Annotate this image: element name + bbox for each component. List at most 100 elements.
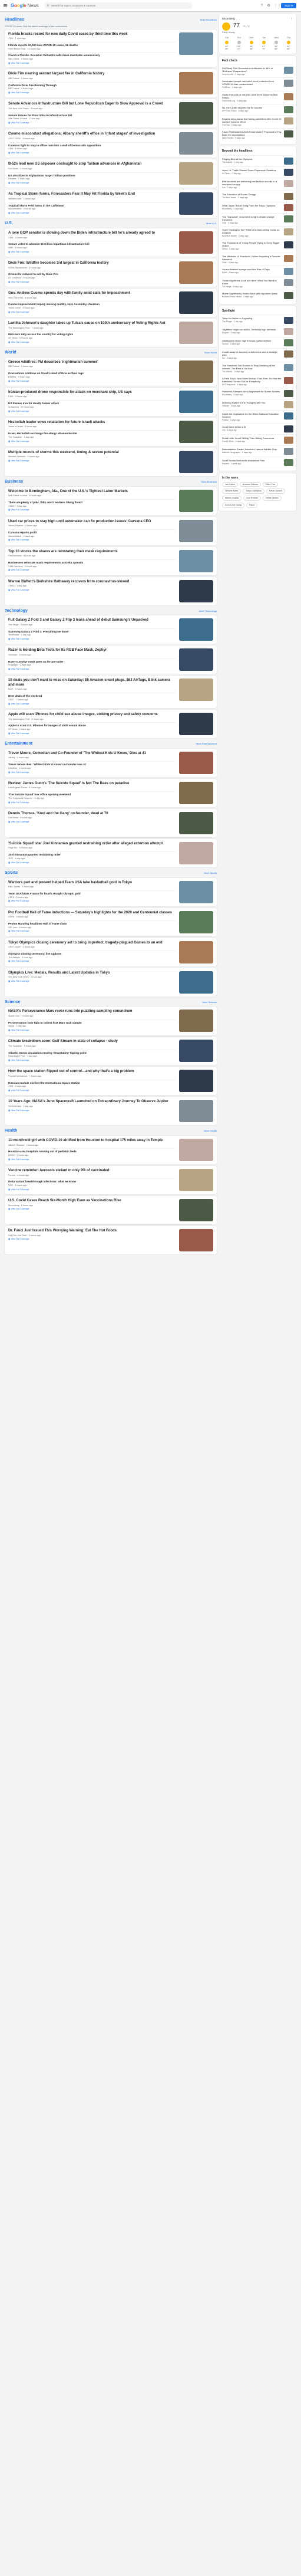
related-headline[interactable]: US blames Iran for deadly tanker attack <box>8 402 176 405</box>
story-thumbnail[interactable] <box>179 751 213 774</box>
related-headline[interactable]: Cuomo's fight to stay in office runs int… <box>8 144 176 148</box>
beyond-headlines-headline[interactable]: Ringing Blue at the Olympics <box>222 158 282 160</box>
full-coverage-link[interactable]: View Full Coverage <box>8 801 29 804</box>
full-coverage-link[interactable]: View Full Coverage <box>8 569 29 571</box>
related-headline[interactable]: Atlantic Ocean circulation nearing 'deva… <box>8 1051 176 1055</box>
story-headline[interactable]: 'Suicide Squad' star Joel Kinnaman grant… <box>8 842 176 847</box>
spotlight-thumbnail[interactable] <box>284 376 293 384</box>
topic-chip[interactable]: Tokyo Olympics <box>243 489 264 494</box>
topic-chip[interactable]: Andrew Cuomo <box>239 481 262 487</box>
fact-check-item[interactable]: No, the CDMB requires the flu vaccine AFP… <box>222 103 293 115</box>
story-source[interactable]: Page Six <box>8 847 17 849</box>
story-thumbnail[interactable] <box>179 1229 213 1252</box>
story-source[interactable]: Popular Mechanics <box>8 1075 27 1077</box>
story-headline[interactable]: Iranian-produced drone responsible for a… <box>8 391 176 395</box>
story-thumbnail[interactable] <box>179 72 213 95</box>
beyond-headlines-headline[interactable]: The Madness of 'Teacherin' Online Deport… <box>222 255 282 261</box>
spotlight-item[interactable]: A Field Trip Is Now More Serious Than Ev… <box>222 374 293 388</box>
related-headline[interactable]: There are plenty of jobs. Why aren't wor… <box>8 501 176 504</box>
section-more-link[interactable]: More Entertainment <box>196 742 217 745</box>
spotlight-item[interactable]: A walk away for success to determine and… <box>222 348 293 361</box>
story-headline[interactable]: A lone GOP senator is slowing down the B… <box>8 231 176 236</box>
section-title[interactable]: World <box>5 350 16 356</box>
related-headline[interactable]: 'The Suicide Squad' box office opening w… <box>8 793 176 797</box>
related-headline[interactable]: Best deals of the weekend <box>8 694 176 698</box>
story-source[interactable]: Times of Israel <box>8 425 23 428</box>
story-thumbnail[interactable] <box>179 519 213 542</box>
spotlight-headline[interactable]: A Field Trip Is Now More Serious Than Ev… <box>222 377 282 383</box>
full-coverage-link[interactable]: View Full Coverage <box>8 930 29 932</box>
section-title[interactable]: Sports <box>5 871 18 876</box>
search-icon[interactable]: ⚲ <box>47 4 49 8</box>
spotlight-item[interactable]: Wildflowers bloom high through Californi… <box>222 337 293 348</box>
help-icon[interactable]: ? <box>260 4 263 8</box>
full-coverage-link[interactable]: View Full Coverage <box>8 900 29 902</box>
story-headline[interactable]: NASA's Perseverance Mars rover runs into… <box>8 1010 176 1014</box>
related-source[interactable]: Washington Post <box>8 1055 25 1057</box>
story-headline[interactable]: U.S. Covid Cases Reach Six-Month High Ev… <box>8 1199 176 1204</box>
story-source[interactable]: CNN <box>8 237 13 239</box>
story-thumbnail[interactable] <box>179 261 213 284</box>
spotlight-item[interactable]: Learning Nature to the Thoughts with You… <box>222 399 293 410</box>
story-thumbnail[interactable] <box>179 360 213 383</box>
story-headline[interactable]: Used car prices to stay high until autom… <box>8 520 176 525</box>
more-options-icon[interactable]: ⋮ <box>291 17 294 21</box>
related-headline[interactable]: Evacuations continue on Greek island of … <box>8 372 176 375</box>
story-headline[interactable]: Multiple rounds of storms this weekend, … <box>8 451 176 455</box>
fact-check-item[interactable]: Fauci Whitewashed 2020 Email Wasn't 'Pro… <box>222 128 293 141</box>
beyond-headlines-headline[interactable]: The "Sapsandt" movement to fight climate… <box>222 215 282 221</box>
spotlight-thumbnail[interactable] <box>284 328 293 336</box>
spotlight-thumbnail[interactable] <box>284 412 293 420</box>
beyond-headlines-item[interactable]: Maine Significantly Scales Back With Aqu… <box>222 290 293 301</box>
beyond-headlines-thumbnail[interactable] <box>284 179 293 187</box>
spotlight-item[interactable]: Pandemic Sleepers Are a Nightmare for St… <box>222 388 293 399</box>
sign-in-button[interactable]: Sign in <box>281 2 296 9</box>
section-more-link[interactable]: More Technology <box>199 609 217 612</box>
spotlight-headline[interactable]: Great Knife Street Selling Their Hitting… <box>222 437 282 440</box>
spotlight-thumbnail[interactable] <box>284 459 293 467</box>
story-headline[interactable]: Pro Football Hall of Fame inductions — S… <box>8 911 176 916</box>
spotlight-thumbnail[interactable] <box>284 350 293 358</box>
story-thumbnail[interactable] <box>179 549 213 572</box>
spotlight-item[interactable]: Good times to find a fit GQ · 5 days ago <box>222 423 293 434</box>
main-menu-icon[interactable] <box>4 4 7 7</box>
story-source[interactable]: The Washington Post <box>8 718 29 720</box>
story-headline[interactable]: Dixie Fire nearing second largest fire i… <box>8 72 176 77</box>
story-source[interactable]: Forbes <box>8 1174 15 1176</box>
fact-check-thumbnail[interactable] <box>284 67 293 74</box>
spotlight-headline[interactable]: A walk away for success to determine and… <box>222 350 282 356</box>
full-coverage-link[interactable]: View Full Coverage <box>8 460 29 462</box>
search-input[interactable] <box>51 4 169 7</box>
topic-chip[interactable]: Gulf Stream <box>243 496 262 501</box>
spotlight-headline[interactable]: Good times to find a fit <box>222 425 282 428</box>
related-headline[interactable]: Russian module misfire tilts Internation… <box>8 1081 176 1085</box>
story-headline[interactable]: Olympics Live: Medals, Results and Lates… <box>8 971 176 976</box>
related-source[interactable]: AP News <box>8 728 18 730</box>
related-headline[interactable]: Trevor Moore dies: 'Whitest Kids U Know'… <box>8 763 176 766</box>
story-source[interactable]: The New York Times <box>8 107 29 110</box>
related-source[interactable]: Times Union <box>8 307 21 309</box>
beyond-headlines-item[interactable]: Ringing Blue at the Olympics The Atlantic… <box>222 155 293 166</box>
related-source[interactable]: Al Jazeera <box>8 406 19 408</box>
full-coverage-link[interactable]: View Full Coverage <box>8 1188 29 1191</box>
beyond-headlines-headline[interactable]: How L.A. Traffic Slowed Down Paperwork S… <box>222 169 282 172</box>
full-coverage-link[interactable]: View Full Coverage <box>8 732 29 735</box>
spotlight-headline[interactable]: The Pandemic Got Doctors to Stop Smoking… <box>222 364 282 370</box>
full-coverage-link[interactable]: View Full Coverage <box>8 771 29 774</box>
spotlight-thumbnail[interactable] <box>284 448 293 455</box>
story-thumbnail[interactable] <box>179 910 213 933</box>
story-thumbnail[interactable] <box>179 841 213 864</box>
story-headline[interactable]: As Tropical Storm forms, Forecasters Fea… <box>8 192 176 197</box>
related-source[interactable]: The Hollywood Reporter <box>8 797 32 799</box>
full-coverage-link[interactable]: View Full Coverage <box>8 1059 29 1061</box>
story-source[interactable]: Weather Network <box>8 455 25 458</box>
full-coverage-link[interactable]: View Full Coverage <box>8 182 29 184</box>
related-headline[interactable]: California Dixie Fire Burning Through <box>8 84 176 87</box>
story-headline[interactable]: Greece wildfires: PM describes 'nightmar… <box>8 360 176 365</box>
related-source[interactable]: NPR <box>8 1184 13 1187</box>
beyond-headlines-headline[interactable]: Your unfinished sponge won't be Kiss of … <box>222 268 282 271</box>
beyond-headlines-item[interactable]: Some reading for fire? Here's the best-s… <box>222 226 293 239</box>
full-coverage-link[interactable]: View Full Coverage <box>8 539 29 541</box>
section-more-link[interactable]: More Science <box>203 1001 217 1004</box>
topic-chip[interactable]: Joe Biden <box>222 481 238 487</box>
